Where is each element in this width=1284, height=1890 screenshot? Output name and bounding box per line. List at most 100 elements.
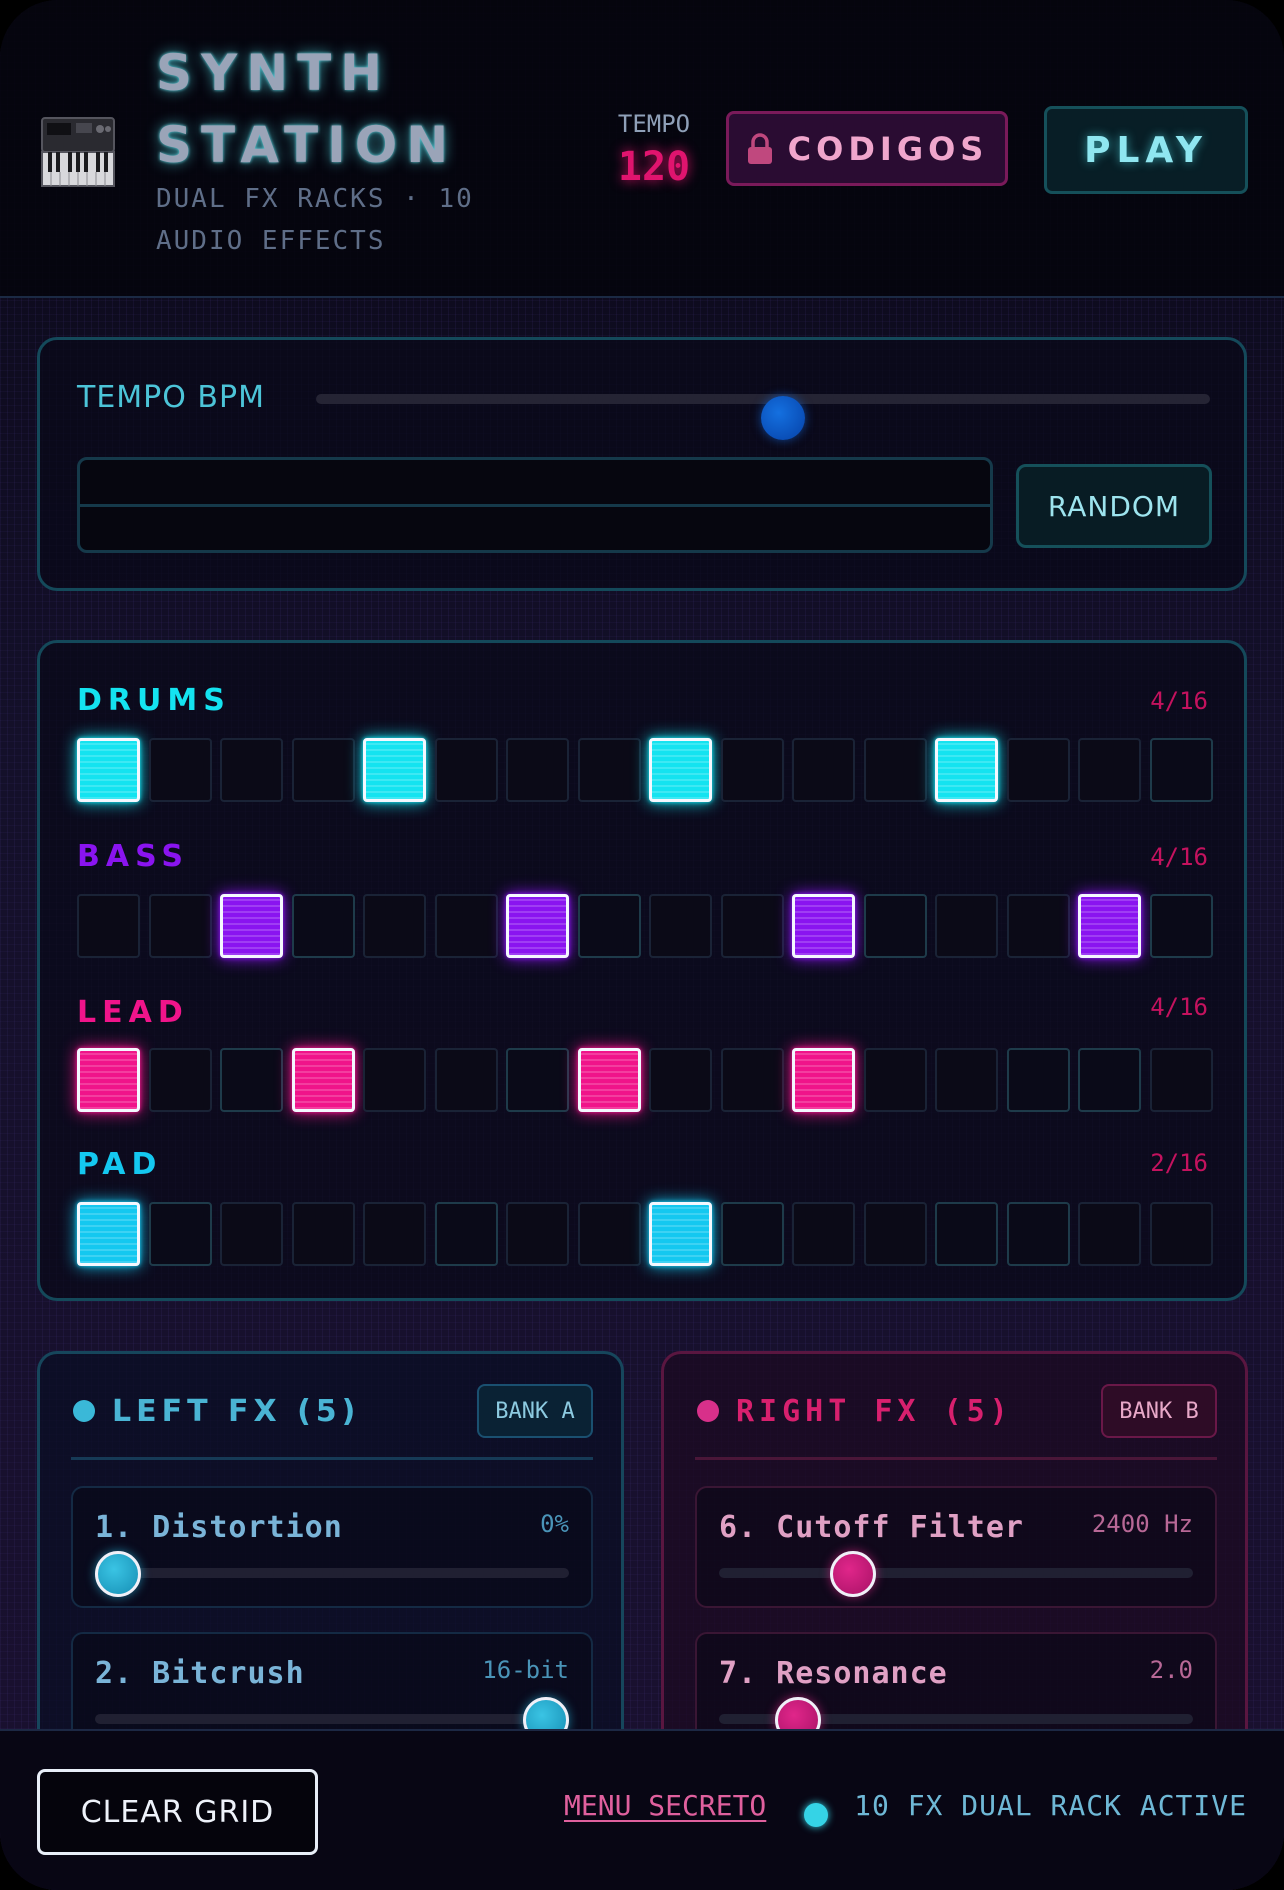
- step-drums-4[interactable]: [291, 738, 355, 802]
- step-bass-13[interactable]: [935, 894, 998, 958]
- fx-name: 1. Distortion: [95, 1510, 343, 1545]
- step-lead-6[interactable]: [434, 1048, 498, 1112]
- fx-value: 0%: [540, 1510, 569, 1538]
- step-pad-10[interactable]: [720, 1202, 784, 1266]
- fx-value: 16-bit: [482, 1656, 569, 1684]
- step-lead-12[interactable]: [863, 1048, 927, 1112]
- step-bass-8[interactable]: [577, 894, 641, 958]
- fx-card: 1. Distortion 0%: [71, 1486, 593, 1608]
- tempo-slider-track[interactable]: [316, 394, 1210, 404]
- track-count-lead: 4/16: [1150, 993, 1208, 1021]
- step-pad-7[interactable]: [506, 1202, 569, 1266]
- step-lead-14[interactable]: [1006, 1048, 1070, 1112]
- step-row-bass: [77, 894, 1213, 958]
- step-lead-15[interactable]: [1078, 1048, 1141, 1112]
- step-bass-5[interactable]: [363, 894, 426, 958]
- step-pad-1[interactable]: [77, 1202, 140, 1266]
- step-drums-7[interactable]: [506, 738, 569, 802]
- step-lead-10[interactable]: [720, 1048, 784, 1112]
- step-row-lead: [77, 1048, 1213, 1112]
- step-bass-6[interactable]: [434, 894, 498, 958]
- step-lead-3[interactable]: [220, 1048, 283, 1112]
- fx-slider-thumb[interactable]: [830, 1551, 877, 1597]
- step-lead-7[interactable]: [506, 1048, 569, 1112]
- tempo-slider-thumb[interactable]: [761, 396, 805, 440]
- step-drums-2[interactable]: [148, 738, 212, 802]
- step-drums-1[interactable]: [77, 738, 140, 802]
- step-pad-13[interactable]: [935, 1202, 998, 1266]
- step-row-pad: [77, 1202, 1213, 1266]
- step-bass-14[interactable]: [1006, 894, 1070, 958]
- step-bass-10[interactable]: [720, 894, 784, 958]
- step-lead-1[interactable]: [77, 1048, 140, 1112]
- step-bass-7[interactable]: [506, 894, 569, 958]
- step-bass-3[interactable]: [220, 894, 283, 958]
- step-drums-11[interactable]: [792, 738, 855, 802]
- bank-b-badge[interactable]: BANK B: [1101, 1384, 1217, 1438]
- step-drums-16[interactable]: [1149, 738, 1213, 802]
- step-bass-4[interactable]: [291, 894, 355, 958]
- fx-value: 2400 Hz: [1091, 1510, 1193, 1538]
- step-drums-3[interactable]: [220, 738, 283, 802]
- step-pad-4[interactable]: [291, 1202, 355, 1266]
- fx-slider-thumb[interactable]: [95, 1551, 141, 1597]
- step-lead-2[interactable]: [148, 1048, 212, 1112]
- fx-slider-track[interactable]: [95, 1714, 569, 1724]
- step-pad-11[interactable]: [792, 1202, 855, 1266]
- step-drums-8[interactable]: [577, 738, 641, 802]
- step-drums-6[interactable]: [434, 738, 498, 802]
- step-lead-4[interactable]: [291, 1048, 355, 1112]
- step-bass-2[interactable]: [148, 894, 212, 958]
- fx-slider-track[interactable]: [95, 1568, 569, 1578]
- track-count-bass: 4/16: [1150, 843, 1208, 871]
- step-pad-9[interactable]: [649, 1202, 712, 1266]
- step-drums-15[interactable]: [1078, 738, 1141, 802]
- status-indicator-dot: [804, 1803, 828, 1827]
- step-lead-5[interactable]: [363, 1048, 426, 1112]
- step-pad-12[interactable]: [863, 1202, 927, 1266]
- step-lead-16[interactable]: [1149, 1048, 1213, 1112]
- fx-slider-track[interactable]: [719, 1568, 1193, 1578]
- track-label-lead: LEAD: [77, 995, 189, 1030]
- track-label-pad: PAD: [77, 1147, 163, 1182]
- step-lead-11[interactable]: [792, 1048, 855, 1112]
- step-drums-5[interactable]: [363, 738, 426, 802]
- random-button[interactable]: RANDOM: [1016, 464, 1212, 548]
- step-pad-15[interactable]: [1078, 1202, 1141, 1266]
- step-drums-9[interactable]: [649, 738, 712, 802]
- step-bass-12[interactable]: [863, 894, 927, 958]
- synth-station-app: SYNTH STATION DUAL FX RACKS · 10 AUDIO E…: [0, 0, 1284, 1890]
- bank-a-badge[interactable]: BANK A: [477, 1384, 593, 1438]
- step-bass-11[interactable]: [792, 894, 855, 958]
- step-lead-8[interactable]: [577, 1048, 641, 1112]
- step-pad-2[interactable]: [148, 1202, 212, 1266]
- step-bass-16[interactable]: [1149, 894, 1213, 958]
- track-label-drums: DRUMS: [77, 683, 231, 718]
- step-bass-15[interactable]: [1078, 894, 1141, 958]
- step-pad-5[interactable]: [363, 1202, 426, 1266]
- left-rack-title: LEFT FX (5): [112, 1394, 361, 1429]
- step-drums-10[interactable]: [720, 738, 784, 802]
- play-button[interactable]: PLAY: [1044, 106, 1248, 194]
- step-pad-16[interactable]: [1149, 1202, 1213, 1266]
- step-pad-6[interactable]: [434, 1202, 498, 1266]
- step-pad-14[interactable]: [1006, 1202, 1070, 1266]
- step-drums-14[interactable]: [1006, 738, 1070, 802]
- step-lead-9[interactable]: [649, 1048, 712, 1112]
- menu-secreto-link[interactable]: MENU SECRETO: [564, 1789, 766, 1822]
- status-text: 10 FX DUAL RACK ACTIVE: [854, 1789, 1247, 1822]
- tempo-value: 120: [617, 144, 691, 190]
- step-pad-3[interactable]: [220, 1202, 283, 1266]
- codigos-label: CODIGOS: [787, 129, 989, 168]
- clear-grid-button[interactable]: CLEAR GRID: [37, 1769, 318, 1855]
- codigos-button[interactable]: CODIGOS: [726, 111, 1008, 186]
- step-bass-1[interactable]: [77, 894, 140, 958]
- step-bass-9[interactable]: [649, 894, 712, 958]
- step-drums-12[interactable]: [863, 738, 927, 802]
- fx-card: 6. Cutoff Filter 2400 Hz: [695, 1486, 1217, 1608]
- step-pad-8[interactable]: [577, 1202, 641, 1266]
- header: SYNTH STATION DUAL FX RACKS · 10 AUDIO E…: [0, 0, 1284, 298]
- step-lead-13[interactable]: [935, 1048, 998, 1112]
- step-drums-13[interactable]: [935, 738, 998, 802]
- right-rack-indicator: [697, 1400, 719, 1422]
